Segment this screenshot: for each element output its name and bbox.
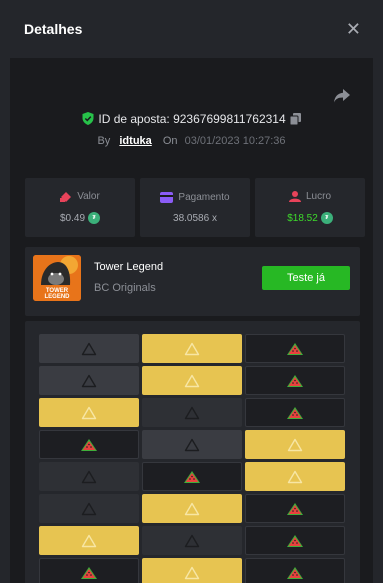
tile-watermelon: [142, 462, 242, 491]
bet-amount-icon: [60, 192, 72, 202]
tile-unrevealed: [142, 430, 242, 459]
triangle-icon: [81, 374, 97, 387]
tile-watermelon: [39, 558, 139, 583]
tile-unrevealed: [39, 366, 139, 395]
triangle-icon: [81, 502, 97, 515]
wallet-icon: [160, 191, 174, 203]
modal-content: ID de aposta: 92367699811762314 By idtuk…: [10, 58, 373, 583]
by-label: By: [97, 135, 111, 147]
triangle-icon: [184, 342, 200, 355]
watermelon-icon: [81, 566, 97, 579]
bet-id-text: ID de aposta: 92367699811762314: [98, 112, 286, 126]
stat-lucro-label: Lucro: [305, 191, 331, 202]
tile-watermelon: [245, 398, 345, 427]
game-provider: BC Originals: [94, 282, 156, 294]
share-icon[interactable]: [333, 88, 351, 104]
bet-author-line: By idtuka On 03/01/2023 10:27:36: [10, 135, 373, 147]
tile-watermelon: [245, 526, 345, 555]
triangle-icon: [81, 406, 97, 419]
watermelon-icon: [287, 566, 303, 579]
tower-grid: [39, 334, 345, 583]
tile-safe: [245, 462, 345, 491]
stat-lucro: Lucro $18.52 ₮: [255, 178, 365, 237]
tile-safe: [142, 366, 242, 395]
watermelon-icon: [287, 374, 303, 387]
tile-safe: [142, 334, 242, 363]
triangle-icon: [184, 502, 200, 515]
triangle-icon: [184, 534, 200, 547]
thumb-text-line2: LEGEND: [44, 294, 70, 300]
watermelon-icon: [81, 438, 97, 451]
tile-safe: [245, 430, 345, 459]
triangle-icon: [184, 438, 200, 451]
tile-safe: [142, 558, 242, 583]
tile-unrevealed: [39, 334, 139, 363]
gorilla-logo: TOWER LEGEND: [33, 255, 81, 301]
stat-pagamento-label: Pagamento: [178, 191, 230, 203]
stat-pagamento: Pagamento 38.0586 x: [140, 178, 250, 237]
tile-safe: [39, 526, 139, 555]
copy-icon[interactable]: [289, 113, 301, 125]
bet-details-modal: Detalhes ✕ ID de aposta: 923676998117623…: [0, 0, 383, 583]
stat-valor-value: $0.49: [59, 212, 86, 224]
tile-unrevealed: [142, 526, 242, 555]
coin-icon: ₮: [88, 212, 101, 224]
triangle-icon: [81, 342, 97, 355]
tile-watermelon: [245, 558, 345, 583]
triangle-icon: [184, 566, 200, 579]
watermelon-icon: [287, 502, 303, 515]
stat-pagamento-value: 38.0586 x: [173, 212, 217, 224]
tile-unrevealed: [142, 398, 242, 427]
game-card: TOWER LEGEND Tower Legend BC Originals T…: [25, 247, 360, 316]
triangle-icon: [81, 470, 97, 483]
triangle-icon: [287, 438, 303, 451]
tile-safe: [142, 494, 242, 523]
tile-watermelon: [245, 366, 345, 395]
tile-unrevealed: [39, 462, 139, 491]
tile-watermelon: [245, 494, 345, 523]
tile-watermelon: [245, 334, 345, 363]
coin-icon: ₮: [320, 212, 333, 224]
bet-date: 03/01/2023 10:27:36: [184, 135, 286, 147]
triangle-icon: [184, 406, 200, 419]
stat-lucro-value: $18.52: [287, 212, 318, 224]
triangle-icon: [287, 470, 303, 483]
bet-id: ID de aposta: 92367699811762314: [10, 112, 373, 126]
game-thumbnail: TOWER LEGEND: [33, 255, 81, 301]
watermelon-icon: [287, 342, 303, 355]
triangle-icon: [184, 374, 200, 387]
watermelon-icon: [287, 534, 303, 547]
profit-icon: [288, 191, 301, 202]
username-link[interactable]: idtuka: [119, 135, 151, 147]
game-name: Tower Legend: [94, 261, 164, 273]
on-label: On: [162, 135, 178, 147]
modal-header: Detalhes ✕: [0, 0, 383, 58]
stat-valor: Valor $0.49 ₮: [25, 178, 135, 237]
shield-check-icon: [82, 112, 94, 125]
tile-watermelon: [39, 430, 139, 459]
game-board: [25, 321, 360, 583]
tile-unrevealed: [39, 494, 139, 523]
close-icon[interactable]: ✕: [346, 20, 361, 38]
watermelon-icon: [287, 406, 303, 419]
try-game-button[interactable]: Teste já: [262, 266, 350, 290]
stats-row: Valor $0.49 ₮ Pagamento 38.0586 x Lucro …: [25, 178, 365, 237]
watermelon-icon: [184, 470, 200, 483]
tile-safe: [39, 398, 139, 427]
stat-valor-label: Valor: [77, 191, 100, 202]
triangle-icon: [81, 534, 97, 547]
modal-title: Detalhes: [24, 21, 83, 37]
